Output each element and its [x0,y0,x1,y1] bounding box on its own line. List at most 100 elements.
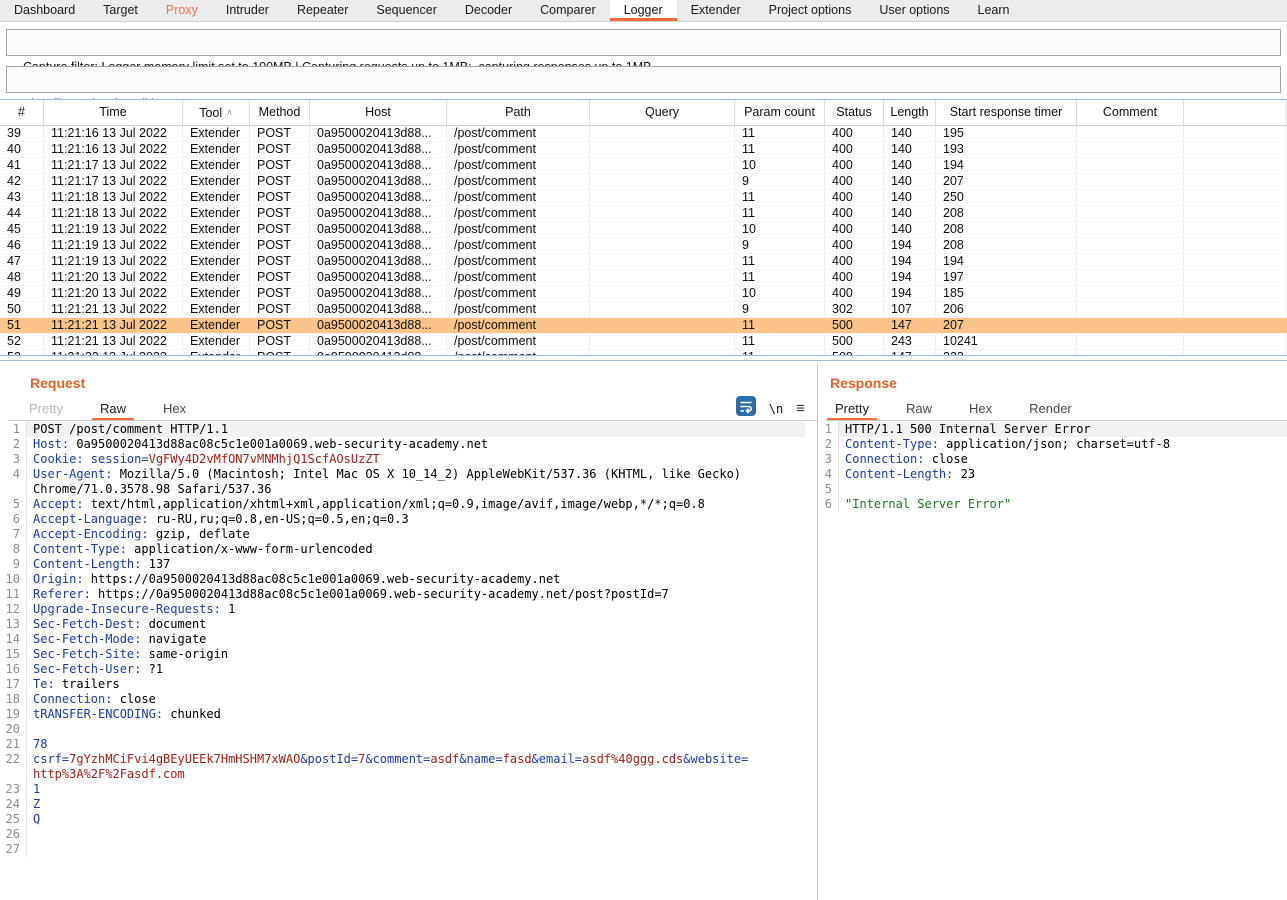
column-header-length[interactable]: Length [884,100,936,125]
tab-sequencer[interactable]: Sequencer [362,0,450,21]
table-cell: 49 [0,286,44,301]
editor-menu-icon[interactable]: ≡ [796,400,805,417]
syntax-segment: Content-Type: [845,437,939,451]
table-row[interactable]: 5111:21:21 13 Jul 2022ExtenderPOST0a9500… [0,318,1287,334]
table-cell: 11:21:17 13 Jul 2022 [44,158,183,173]
table-row[interactable]: 4011:21:16 13 Jul 2022ExtenderPOST0a9500… [0,142,1287,158]
column-header-start-response-timer[interactable]: Start response timer [936,100,1077,125]
line-content: Content-Length: 23 [839,467,1287,482]
table-cell: 400 [825,158,884,173]
tab-pretty[interactable]: Pretty [830,401,874,416]
table-row[interactable]: 5011:21:21 13 Jul 2022ExtenderPOST0a9500… [0,302,1287,318]
table-row[interactable]: 5211:21:21 13 Jul 2022ExtenderPOST0a9500… [0,334,1287,350]
line-number: 12 [0,602,27,617]
show-newlines-icon[interactable]: \n [769,402,783,416]
line-content: Content-Type: application/json; charset=… [839,437,1287,452]
table-cell: /post/comment [447,174,590,189]
request-editor-toolbar: \n ≡ [736,396,805,421]
response-editor[interactable]: 1HTTP/1.1 500 Internal Server Error2Cont… [818,422,1287,894]
syntax-segment: &comment= [365,752,430,766]
tab-decoder[interactable]: Decoder [451,0,526,21]
syntax-segment: Sec-Fetch-User: [33,662,141,676]
column-header-blank[interactable] [1184,100,1287,125]
table-row[interactable]: 3911:21:16 13 Jul 2022ExtenderPOST0a9500… [0,126,1287,142]
table-cell: 400 [825,238,884,253]
table-row[interactable]: 4811:21:20 13 Jul 2022ExtenderPOST0a9500… [0,270,1287,286]
line-number: 2 [0,437,27,452]
tab-user-options[interactable]: User options [865,0,963,21]
column-header-method[interactable]: Method [250,100,310,125]
line-content: Z [27,797,805,812]
tab-proxy[interactable]: Proxy [152,0,212,21]
line-number: 27 [0,842,27,857]
table-cell: 11:21:20 13 Jul 2022 [44,286,183,301]
table-cell: Extender [183,318,250,333]
syntax-segment: Sec-Fetch-Dest: [33,617,141,631]
tab-learn[interactable]: Learn [964,0,1024,21]
table-cell: 207 [936,174,1077,189]
line-number [0,767,27,782]
column-header-query[interactable]: Query [590,100,735,125]
tab-dashboard[interactable]: Dashboard [0,0,89,21]
table-cell: /post/comment [447,334,590,349]
table-cell [590,318,735,333]
table-cell [1077,158,1184,173]
tab-logger[interactable]: Logger [610,0,677,21]
tab-raw[interactable]: Raw [901,401,937,416]
column-header-host[interactable]: Host [310,100,447,125]
column-header-path[interactable]: Path [447,100,590,125]
table-cell: 194 [884,286,936,301]
column-header-time[interactable]: Time [44,100,183,125]
column-header-comment[interactable]: Comment [1077,100,1184,125]
table-row[interactable]: 4111:21:17 13 Jul 2022ExtenderPOST0a9500… [0,158,1287,174]
table-row[interactable]: 4511:21:19 13 Jul 2022ExtenderPOST0a9500… [0,222,1287,238]
line-content: Connection: close [27,692,805,707]
tab-pretty[interactable]: Pretty [24,401,68,416]
table-cell: Extender [183,126,250,141]
table-cell: 0a9500020413d88... [310,222,447,237]
table-cell [1077,318,1184,333]
panel-splitter[interactable] [0,360,1287,361]
tab-comparer[interactable]: Comparer [526,0,610,21]
table-row[interactable]: 4911:21:20 13 Jul 2022ExtenderPOST0a9500… [0,286,1287,302]
line-content: Q [27,812,805,827]
tab-render[interactable]: Render [1024,401,1077,416]
tab-raw[interactable]: Raw [95,401,131,416]
tab-intruder[interactable]: Intruder [212,0,283,21]
tab-hex[interactable]: Hex [964,401,997,416]
table-cell: 46 [0,238,44,253]
table-row[interactable]: 4711:21:19 13 Jul 2022ExtenderPOST0a9500… [0,254,1287,270]
line-content: "Internal Server Error" [839,497,1287,512]
editor-line: 25Q [0,812,805,827]
line-number: 23 [0,782,27,797]
request-editor[interactable]: 1POST /post/comment HTTP/1.12Host: 0a950… [0,422,805,894]
editor-line: 18Connection: close [0,692,805,707]
column-header-blank[interactable]: # [0,100,44,125]
line-content: 1 [27,782,805,797]
table-row[interactable]: 4211:21:17 13 Jul 2022ExtenderPOST0a9500… [0,174,1287,190]
table-row[interactable]: 4611:21:19 13 Jul 2022ExtenderPOST0a9500… [0,238,1287,254]
tab-target[interactable]: Target [89,0,152,21]
request-panel-title: Request [30,375,85,391]
line-content: Accept-Language: ru-RU,ru;q=0.8,en-US;q=… [27,512,805,527]
tab-repeater[interactable]: Repeater [283,0,362,21]
word-wrap-icon[interactable] [736,396,756,421]
tab-project-options[interactable]: Project options [755,0,866,21]
column-header-param-count[interactable]: Param count [735,100,825,125]
capture-filter-bar[interactable]: Capture filter: Logger memory limit set … [6,29,1281,56]
table-row[interactable]: 4311:21:18 13 Jul 2022ExtenderPOST0a9500… [0,190,1287,206]
column-header-status[interactable]: Status [825,100,884,125]
line-number: 15 [0,647,27,662]
column-header-tool[interactable]: Tool∧ [183,100,250,125]
syntax-segment: &email= [532,752,583,766]
table-cell: 40 [0,142,44,157]
syntax-segment: 78 [33,737,47,751]
table-cell [590,334,735,349]
response-panel-title: Response [830,375,897,391]
view-filter-bar[interactable]: View filter: Showing all items [6,66,1281,93]
tab-extender[interactable]: Extender [677,0,755,21]
tab-hex[interactable]: Hex [158,401,191,416]
line-number: 20 [0,722,27,737]
syntax-segment: Sec-Fetch-Site: [33,647,141,661]
table-row[interactable]: 4411:21:18 13 Jul 2022ExtenderPOST0a9500… [0,206,1287,222]
